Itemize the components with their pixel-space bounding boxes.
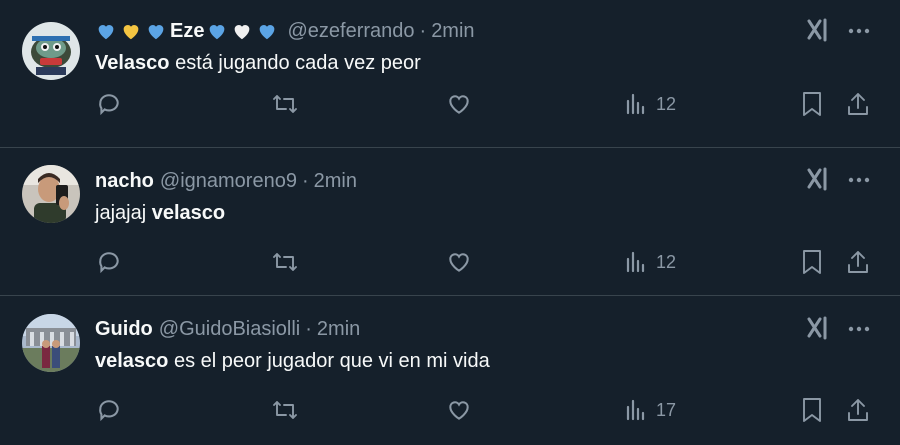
- reply-icon[interactable]: [96, 394, 122, 426]
- tweet-text-bold: Velasco: [95, 52, 170, 74]
- tweet-text: velasco es el peor jugador que vi en mi …: [95, 350, 490, 373]
- timestamp[interactable]: 2min: [431, 20, 474, 43]
- yellow-heart-icon: [120, 20, 142, 42]
- timestamp[interactable]: 2min: [317, 318, 360, 341]
- grok-icon[interactable]: [806, 18, 830, 44]
- tweet-header: Eze @ezeferrando · 2min: [95, 17, 475, 45]
- reply-icon[interactable]: [96, 246, 122, 278]
- more-icon[interactable]: [846, 18, 872, 44]
- tweet-card[interactable]: Eze @ezeferrando · 2min Velasco está jug…: [0, 0, 900, 148]
- blue-heart-icon: [206, 20, 228, 42]
- blue-heart-icon: [256, 20, 278, 42]
- views-button[interactable]: 17: [624, 394, 676, 426]
- share-icon[interactable]: [846, 88, 870, 120]
- user-handle[interactable]: @ignamoreno9: [160, 170, 297, 193]
- tweet-card[interactable]: Guido @GuidoBiasiolli · 2min velasco es …: [0, 296, 900, 445]
- blue-heart-icon: [145, 20, 167, 42]
- timeline: Eze @ezeferrando · 2min Velasco está jug…: [0, 0, 900, 445]
- separator: ·: [301, 169, 309, 192]
- views-icon: [626, 399, 645, 421]
- display-name[interactable]: Eze: [170, 20, 204, 43]
- retweet-icon[interactable]: [271, 88, 299, 120]
- avatar[interactable]: [22, 22, 80, 80]
- views-count: 17: [656, 399, 677, 420]
- like-icon[interactable]: [446, 246, 472, 278]
- views-icon: [626, 93, 645, 115]
- tweet-text-rest: es el peor jugador que vi en mi vida: [168, 350, 490, 372]
- tweet-actions: 12: [0, 242, 900, 282]
- retweet-icon[interactable]: [271, 394, 299, 426]
- grok-icon[interactable]: [806, 316, 830, 342]
- views-count: 12: [656, 93, 677, 114]
- tweet-card[interactable]: nacho @ignamoreno9 · 2min jajajaj velasc…: [0, 148, 900, 296]
- share-icon[interactable]: [846, 246, 870, 278]
- tweet-text-bold: velasco: [151, 202, 226, 224]
- user-handle[interactable]: @GuidoBiasiolli: [159, 318, 300, 341]
- tweet-text-pre: jajajaj: [95, 202, 152, 224]
- tweet-actions: 17: [0, 390, 900, 430]
- views-button[interactable]: 12: [624, 88, 676, 120]
- user-handle[interactable]: @ezeferrando: [287, 20, 414, 43]
- tweet-actions: 12: [0, 84, 900, 124]
- grok-icon[interactable]: [806, 167, 830, 193]
- blue-heart-icon: [95, 20, 117, 42]
- bookmark-icon[interactable]: [800, 394, 824, 426]
- display-name[interactable]: nacho: [95, 170, 154, 193]
- bookmark-icon[interactable]: [800, 88, 824, 120]
- tweet-header: nacho @ignamoreno9 · 2min: [95, 167, 357, 195]
- reply-icon[interactable]: [96, 88, 122, 120]
- avatar[interactable]: [22, 165, 80, 223]
- like-icon[interactable]: [446, 88, 472, 120]
- more-icon[interactable]: [846, 316, 872, 342]
- like-icon[interactable]: [446, 394, 472, 426]
- tweet-text: jajajaj velasco: [95, 202, 225, 225]
- tweet-text-bold: velasco: [95, 350, 169, 372]
- separator: ·: [305, 317, 312, 340]
- views-count: 12: [656, 251, 677, 272]
- separator: ·: [419, 19, 427, 42]
- tweet-text: Velasco está jugando cada vez peor: [95, 52, 421, 75]
- share-icon[interactable]: [846, 394, 870, 426]
- views-button[interactable]: 12: [624, 246, 676, 278]
- display-name[interactable]: Guido: [95, 318, 153, 341]
- timestamp[interactable]: 2min: [314, 170, 357, 193]
- tweet-text-rest: está jugando cada vez peor: [169, 52, 421, 74]
- more-icon[interactable]: [846, 167, 872, 193]
- avatar[interactable]: [22, 314, 80, 372]
- bookmark-icon[interactable]: [800, 246, 824, 278]
- views-icon: [626, 251, 645, 273]
- retweet-icon[interactable]: [271, 246, 299, 278]
- white-heart-icon: [231, 20, 253, 42]
- tweet-header: Guido @GuidoBiasiolli · 2min: [95, 315, 360, 343]
